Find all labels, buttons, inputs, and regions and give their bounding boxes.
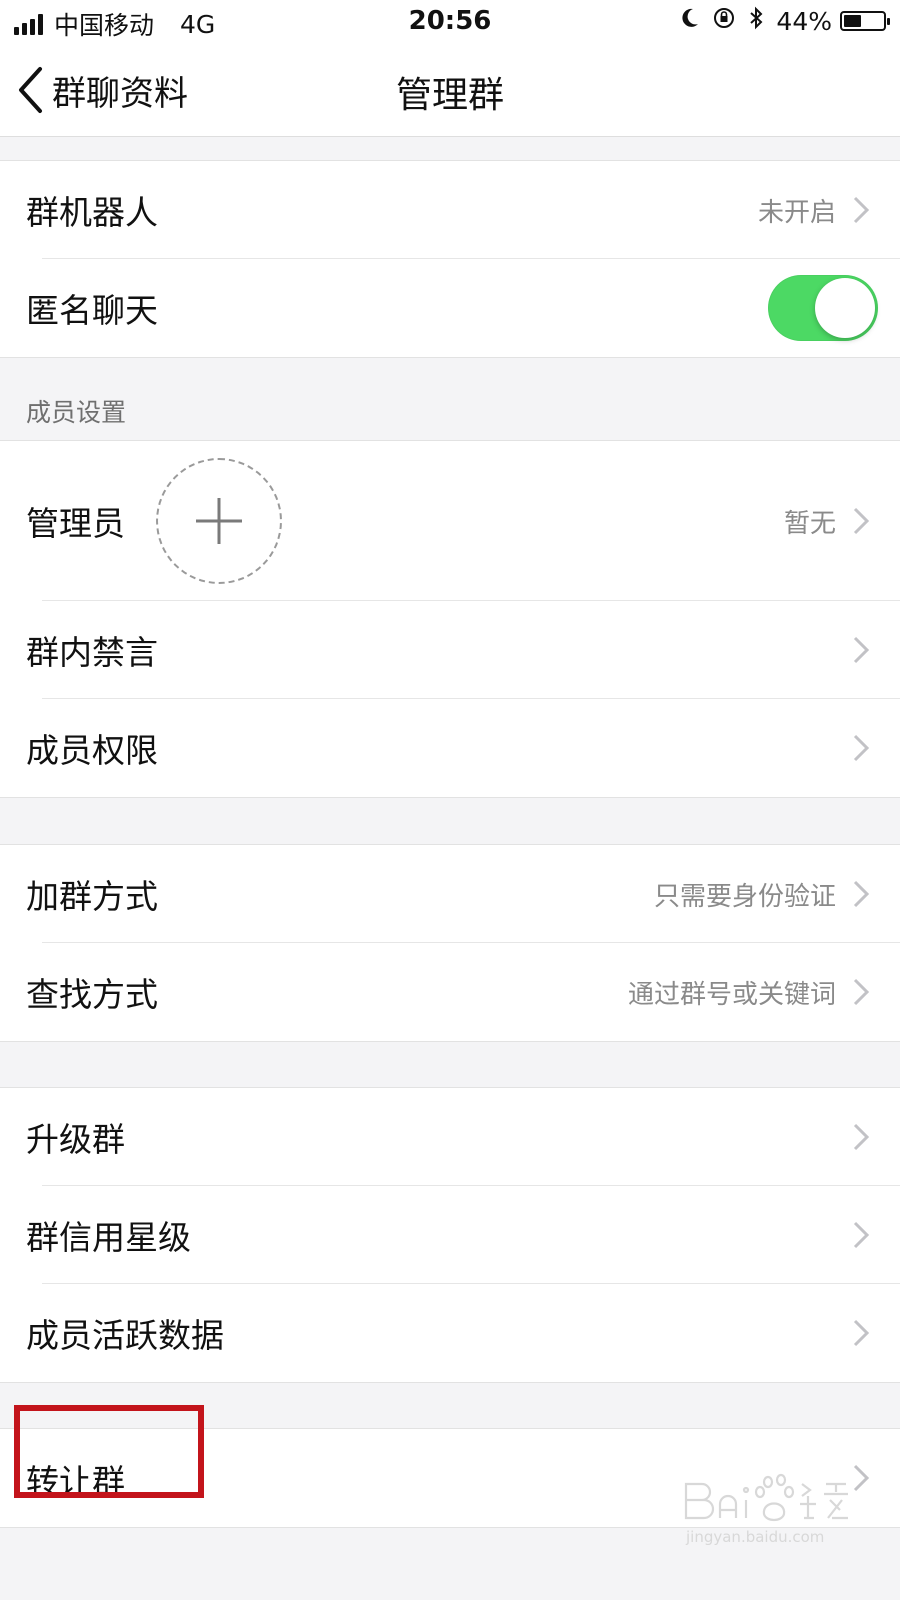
status-bar-right: 44%	[668, 6, 890, 36]
back-label: 群聊资料	[52, 73, 188, 114]
row-group-mute[interactable]: 群内禁言	[0, 601, 900, 699]
row-admin[interactable]: 管理员 暂无	[0, 441, 900, 601]
row-label: 群信用星级	[26, 1218, 191, 1257]
row-find-method[interactable]: 查找方式 通过群号或关键词	[0, 943, 900, 1041]
row-group-robot[interactable]: 群机器人 未开启	[0, 161, 900, 259]
section-header-members: 成员设置	[26, 398, 127, 427]
anonymous-chat-toggle[interactable]	[768, 275, 878, 341]
svg-text:jingyan.baidu.com: jingyan.baidu.com	[685, 1528, 824, 1546]
row-value: 只需要身份验证	[653, 881, 836, 912]
settings-group-transfer: 转让群	[0, 1428, 900, 1528]
row-label: 查找方式	[26, 975, 158, 1014]
chevron-right-icon	[853, 880, 870, 908]
battery-percent: 44%	[776, 6, 832, 36]
chevron-right-icon	[853, 507, 870, 535]
row-value: 暂无	[783, 508, 836, 539]
row-label: 成员权限	[26, 731, 158, 770]
back-button[interactable]: 群聊资料	[16, 64, 188, 116]
status-bar: 中国移动 4G 20:56 44%	[0, 0, 900, 44]
chevron-right-icon	[853, 196, 870, 224]
row-transfer-group[interactable]: 转让群	[0, 1429, 900, 1527]
row-label: 匿名聊天	[26, 291, 158, 330]
navigation-bar: 群聊资料 管理群	[0, 44, 900, 137]
row-label: 升级群	[26, 1120, 125, 1159]
settings-group-members: 管理员 暂无 群内禁言 成员权限	[0, 440, 900, 798]
chevron-right-icon	[853, 978, 870, 1006]
row-label: 群内禁言	[26, 633, 158, 672]
settings-group-join: 加群方式 只需要身份验证 查找方式 通过群号或关键词	[0, 844, 900, 1042]
chevron-right-icon	[853, 1464, 870, 1492]
settings-group-more: 升级群 群信用星级 成员活跃数据	[0, 1087, 900, 1383]
row-group-credit[interactable]: 群信用星级	[0, 1186, 900, 1284]
chevron-right-icon	[853, 1319, 870, 1347]
orientation-lock-icon	[712, 6, 736, 36]
chevron-left-icon	[19, 67, 42, 113]
chevron-right-icon	[853, 1221, 870, 1249]
row-label: 成员活跃数据	[26, 1316, 224, 1355]
toggle-knob	[815, 278, 875, 338]
plus-icon	[196, 498, 242, 544]
moon-icon	[680, 7, 700, 35]
row-join-method[interactable]: 加群方式 只需要身份验证	[0, 845, 900, 943]
row-label: 管理员	[26, 504, 125, 543]
row-upgrade-group[interactable]: 升级群	[0, 1088, 900, 1186]
battery-level	[844, 15, 861, 27]
row-member-permissions[interactable]: 成员权限	[0, 699, 900, 797]
chevron-right-icon	[853, 636, 870, 664]
chevron-right-icon	[853, 734, 870, 762]
row-member-activity[interactable]: 成员活跃数据	[0, 1284, 900, 1382]
row-label: 加群方式	[26, 877, 158, 916]
chevron-right-icon	[853, 1123, 870, 1151]
row-value: 未开启	[757, 197, 836, 228]
battery-icon	[840, 11, 890, 31]
row-label: 转让群	[26, 1462, 125, 1501]
row-label: 群机器人	[26, 193, 158, 232]
row-anonymous-chat: 匿名聊天	[0, 259, 900, 357]
settings-group-features: 群机器人 未开启 匿名聊天	[0, 160, 900, 358]
add-admin-button[interactable]	[156, 458, 282, 584]
bluetooth-icon	[748, 6, 764, 36]
row-value: 通过群号或关键词	[627, 979, 836, 1010]
